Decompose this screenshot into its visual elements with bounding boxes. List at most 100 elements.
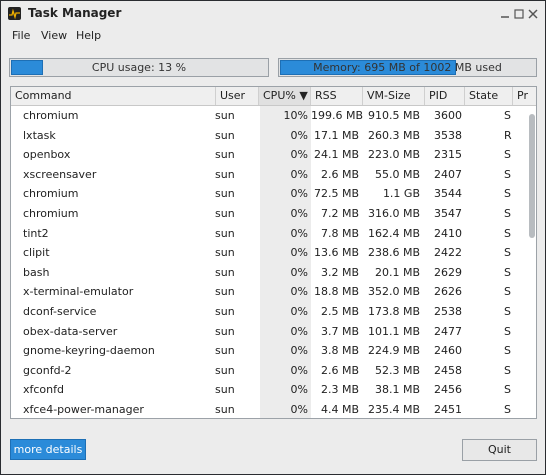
cpu-usage-label: CPU usage: 13 % <box>91 61 187 74</box>
cell-state: S <box>504 402 511 416</box>
cell-state: S <box>504 383 511 397</box>
cell-command: tint2 <box>23 226 49 240</box>
vertical-scrollbar[interactable] <box>528 106 536 418</box>
cell-state: S <box>504 344 511 358</box>
cell-user: sun <box>215 148 235 162</box>
cell-vm-size: 238.6 MB <box>367 246 420 260</box>
cell-vm-size: 316.0 MB <box>367 206 420 220</box>
cell-vm-size: 224.9 MB <box>367 344 420 358</box>
column-cpu[interactable]: CPU% ▼ <box>259 87 311 105</box>
column-user[interactable]: User <box>216 87 259 105</box>
cell-pid: 2626 <box>434 285 462 299</box>
window-title: Task Manager <box>28 6 122 20</box>
minimize-icon[interactable] <box>499 8 511 20</box>
menu-help[interactable]: Help <box>76 29 101 42</box>
cell-state: S <box>504 304 511 318</box>
cell-command: xfconfd <box>23 383 64 397</box>
cell-pid: 2315 <box>434 148 462 162</box>
cell-pid: 2477 <box>434 324 462 338</box>
table-row[interactable]: obex-data-server sun 0% 3.7 MB 101.1 MB 2477 S <box>11 321 528 342</box>
column-state[interactable]: State <box>465 87 513 105</box>
cell-cpu: 0% <box>260 360 311 381</box>
table-row[interactable]: bash sun 0% 3.2 MB 20.1 MB 2629 S <box>11 262 528 283</box>
table-row[interactable]: chromium sun 0% 72.5 MB 1.1 GB 3544 S <box>11 184 528 204</box>
maximize-icon[interactable] <box>513 8 525 20</box>
cell-pid: 2451 <box>434 402 462 416</box>
cell-command: bash <box>23 265 50 279</box>
table-row[interactable]: xfce4-power-manager sun 0% 4.4 MB 235.4 MB 24… <box>11 399 528 418</box>
cell-user: sun <box>215 363 235 377</box>
table-row[interactable]: lxtask sun 0% 17.1 MB 260.3 MB 3538 R <box>11 125 528 146</box>
column-priority[interactable]: Pr <box>513 87 536 105</box>
cell-pid: 2456 <box>434 383 462 397</box>
quit-button[interactable]: Quit <box>462 439 537 461</box>
cell-pid: 2410 <box>434 226 462 240</box>
column-command[interactable]: Command <box>11 87 216 105</box>
cell-user: sun <box>215 265 235 279</box>
cell-pid: 3547 <box>434 206 462 220</box>
column-rss[interactable]: RSS <box>311 87 363 105</box>
cell-user: sun <box>215 285 235 299</box>
table-row[interactable]: chromium sun 0% 7.2 MB 316.0 MB 3547 S <box>11 203 528 224</box>
cell-cpu: 0% <box>260 262 311 283</box>
cell-user: sun <box>215 109 235 122</box>
cell-state: S <box>504 285 511 299</box>
cell-cpu: 0% <box>260 380 311 400</box>
cell-vm-size: 910.5 MB <box>367 109 420 122</box>
cell-vm-size: 20.1 MB <box>374 265 420 279</box>
cell-cpu: 0% <box>260 399 311 418</box>
cell-vm-size: 352.0 MB <box>367 285 420 299</box>
cell-rss: 2.5 MB <box>320 304 359 318</box>
cell-command: lxtask <box>23 128 56 142</box>
memory-usage-label: Memory: 695 MB of 1002 MB used <box>313 61 502 74</box>
cell-rss: 2.6 MB <box>320 167 359 181</box>
cell-vm-size: 52.3 MB <box>374 363 420 377</box>
cell-state: R <box>504 128 512 142</box>
cell-cpu: 0% <box>260 145 311 165</box>
cell-pid: 3538 <box>434 128 462 142</box>
cpu-usage-bar: CPU usage: 13 % <box>9 58 269 77</box>
table-row[interactable]: dconf-service sun 0% 2.5 MB 173.8 MB 2538 S <box>11 301 528 322</box>
cell-state: S <box>504 363 511 377</box>
cell-cpu: 10% <box>260 106 311 126</box>
cell-pid: 2538 <box>434 304 462 318</box>
menu-bar: File View Help <box>1 27 545 45</box>
table-row[interactable]: tint2 sun 0% 7.8 MB 162.4 MB 2410 S <box>11 223 528 244</box>
menu-view[interactable]: View <box>41 29 67 42</box>
column-vm-size[interactable]: VM-Size <box>363 87 425 105</box>
title-bar[interactable]: Task Manager <box>1 1 545 27</box>
cell-rss: 24.1 MB <box>313 148 359 162</box>
menu-file[interactable]: File <box>12 29 30 42</box>
cell-cpu: 0% <box>260 164 311 185</box>
memory-usage-bar: Memory: 695 MB of 1002 MB used <box>278 58 537 77</box>
cell-vm-size: 55.0 MB <box>374 167 420 181</box>
table-row[interactable]: gnome-keyring-daemon sun 0% 3.8 MB 224.9 MB 2… <box>11 341 528 361</box>
table-row[interactable]: chromium sun 10% 199.6 MB 910.5 MB 3600 S <box>11 106 528 126</box>
cell-rss: 3.2 MB <box>320 265 359 279</box>
table-row[interactable]: gconfd-2 sun 0% 2.6 MB 52.3 MB 2458 S <box>11 360 528 381</box>
table-row[interactable]: clipit sun 0% 13.6 MB 238.6 MB 2422 S <box>11 243 528 263</box>
close-icon[interactable] <box>527 8 539 20</box>
cell-cpu: 0% <box>260 341 311 361</box>
cell-vm-size: 1.1 GB <box>382 187 420 201</box>
cell-vm-size: 173.8 MB <box>367 304 420 318</box>
cell-cpu: 0% <box>260 203 311 224</box>
cell-command: openbox <box>23 148 71 162</box>
table-row[interactable]: xfconfd sun 0% 2.3 MB 38.1 MB 2456 S <box>11 380 528 400</box>
process-list: Command User CPU% ▼ RSS VM-Size PID Stat… <box>10 86 537 419</box>
more-details-button[interactable]: more details <box>10 439 86 460</box>
scrollbar-thumb[interactable] <box>529 114 535 238</box>
table-row[interactable]: openbox sun 0% 24.1 MB 223.0 MB 2315 S <box>11 145 528 165</box>
table-row[interactable]: xscreensaver sun 0% 2.6 MB 55.0 MB 2407 S <box>11 164 528 185</box>
cell-command: xscreensaver <box>23 167 97 181</box>
cell-rss: 13.6 MB <box>313 246 359 260</box>
cell-user: sun <box>215 344 235 358</box>
cell-command: chromium <box>23 206 79 220</box>
cell-rss: 2.3 MB <box>320 383 359 397</box>
column-pid[interactable]: PID <box>425 87 465 105</box>
cell-user: sun <box>215 383 235 397</box>
process-list-header: Command User CPU% ▼ RSS VM-Size PID Stat… <box>11 87 536 106</box>
cell-rss: 7.2 MB <box>320 206 359 220</box>
table-row[interactable]: x-terminal-emulator sun 0% 18.8 MB 352.0 MB 2… <box>11 282 528 302</box>
process-rows: chromium sun 10% 199.6 MB 910.5 MB 3600 Slxtas… <box>11 106 528 418</box>
